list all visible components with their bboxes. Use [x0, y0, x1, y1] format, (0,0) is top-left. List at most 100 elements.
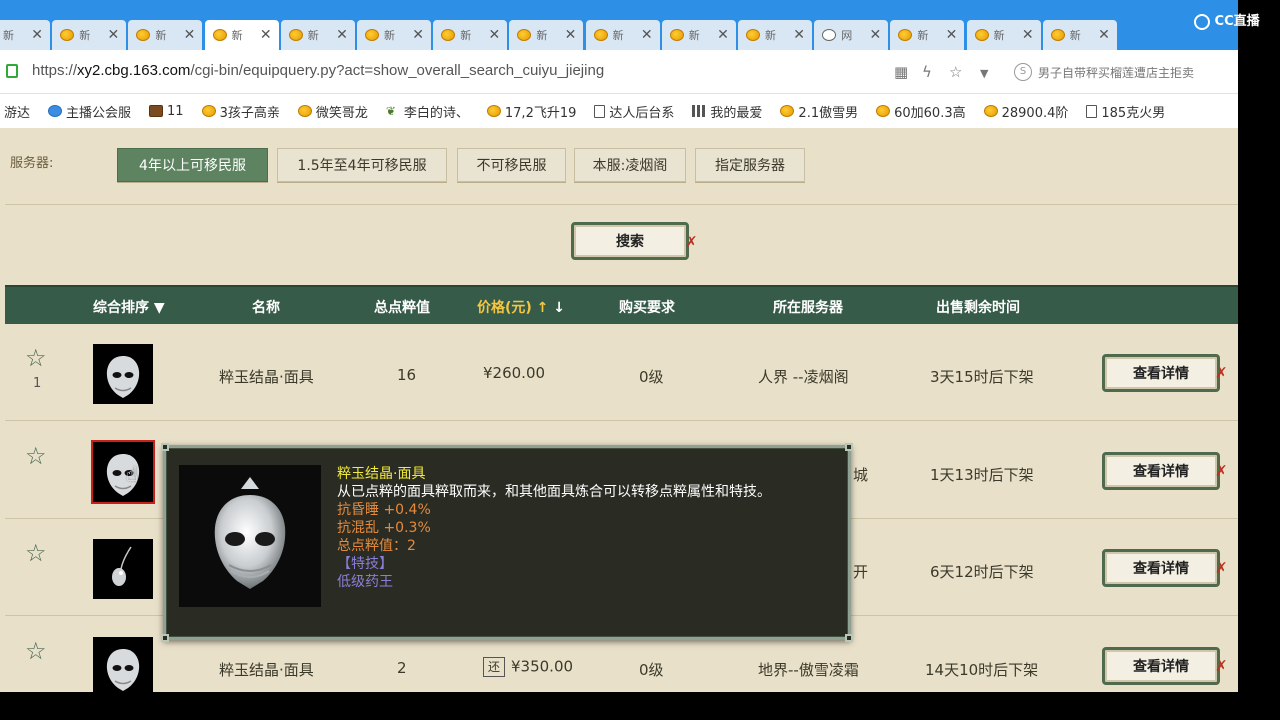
server-filter-button[interactable]: 指定服务器: [695, 148, 805, 182]
tab-title: 新: [765, 29, 776, 42]
bookmark-item[interactable]: 17,2飞升19: [486, 102, 576, 121]
close-icon[interactable]: ✕: [107, 27, 119, 43]
stream-sidebar: CC直播: [1194, 0, 1280, 720]
star-icon[interactable]: ☆: [949, 63, 962, 81]
game-bookmark-icon: [780, 105, 795, 117]
browser-tab[interactable]: 新 ✕: [433, 20, 508, 50]
tooltip-skill: 低级药王: [337, 574, 393, 590]
close-icon[interactable]: ✕: [641, 27, 653, 43]
view-detail-button[interactable]: 查看详情: [1102, 354, 1220, 392]
bookmark-item[interactable]: 185克火男: [1086, 102, 1165, 121]
view-detail-button[interactable]: 查看详情: [1102, 549, 1220, 587]
view-detail-label: 查看详情: [1133, 561, 1189, 577]
table-header: 综合排序 ▼ 名称 总点粹值 价格(元) ↑ ↓ 购买要求 所在服务器 出售剩余…: [5, 285, 1238, 324]
bookmark-item[interactable]: 游达: [4, 102, 30, 121]
time-remaining: 6天12时后下架: [930, 563, 1034, 581]
game-icon: [212, 29, 227, 41]
tooltip-prop: 抗混乱 +0.3%: [337, 520, 431, 536]
sort-header[interactable]: 综合排序 ▼: [93, 297, 165, 317]
browser-tab[interactable]: 新 ✕: [357, 20, 431, 50]
browser-tab[interactable]: 新 ✕: [585, 20, 660, 50]
url-domain: xy2.cbg.163.com: [77, 62, 191, 79]
item-thumbnail[interactable]: [93, 344, 153, 404]
browser-tab[interactable]: 网 ✕: [814, 20, 889, 50]
hand-cursor-icon: ☝: [126, 462, 139, 486]
game-icon: [669, 29, 684, 41]
bookmark-item[interactable]: 2.1傲雪男: [780, 102, 858, 121]
close-icon[interactable]: ✕: [1098, 27, 1110, 43]
value-header[interactable]: 总点粹值: [374, 297, 430, 317]
close-icon[interactable]: ✕: [1022, 27, 1034, 43]
close-icon[interactable]: ✕: [717, 27, 729, 43]
view-detail-label: 查看详情: [1133, 658, 1189, 675]
close-icon[interactable]: ✕: [869, 27, 881, 43]
item-value: 2: [397, 658, 407, 677]
search-suggestion[interactable]: S 男子自带秤买榴莲遭店主拒卖: [1014, 60, 1238, 84]
browser-tab[interactable]: 新 ✕: [280, 20, 355, 50]
item-price: ¥260.00: [483, 364, 546, 382]
close-icon[interactable]: ✕: [793, 27, 805, 43]
browser-tab[interactable]: 新 ✕: [890, 20, 965, 50]
item-thumbnail[interactable]: [91, 439, 155, 504]
close-icon[interactable]: ✕: [31, 27, 43, 43]
page-bookmark-icon: [594, 104, 606, 118]
server-filter-button[interactable]: 1.5年至4年可移民服: [277, 148, 447, 182]
server-filter-button[interactable]: 4年以上可移民服: [117, 148, 268, 182]
qr-code-icon[interactable]: ▦: [894, 63, 908, 81]
bookmark-item[interactable]: 11: [149, 104, 184, 119]
browser-tab[interactable]: 新 ✕: [128, 20, 203, 50]
close-icon[interactable]: ✕: [412, 27, 424, 43]
bookmark-item[interactable]: 微笑哥龙: [297, 102, 368, 121]
browser-tab[interactable]: 新 ✕: [661, 20, 736, 50]
server-filter-button[interactable]: 本服:凌烟阁: [574, 148, 686, 182]
item-thumbnail[interactable]: [93, 539, 153, 599]
bookmark-label: 游达: [4, 105, 31, 121]
bookmark-item[interactable]: ❦ 李白的诗、: [386, 102, 469, 121]
browser-tab[interactable]: 新 ✕: [738, 20, 812, 50]
view-detail-button[interactable]: 查看详情: [1102, 451, 1220, 490]
favorite-star-icon[interactable]: ☆: [25, 344, 47, 372]
url-text[interactable]: https://xy2.cbg.163.com/cgi-bin/equipque…: [32, 62, 604, 79]
bookmark-item[interactable]: 3孩子高亲: [201, 102, 280, 121]
view-detail-button[interactable]: 查看详情: [1102, 646, 1220, 685]
bookmark-item[interactable]: 主播公会服: [48, 102, 131, 121]
close-icon[interactable]: ✕: [260, 27, 272, 43]
browser-tab[interactable]: 新 ✕: [204, 20, 279, 50]
bookmark-item[interactable]: 60加60.3高: [876, 102, 966, 121]
favorite-star-icon[interactable]: ☆: [25, 442, 47, 470]
item-thumbnail[interactable]: [93, 636, 153, 692]
favorite-star-icon[interactable]: ☆: [25, 539, 47, 567]
grid-bookmark-icon: [692, 105, 707, 117]
buy-requirement: 0级: [639, 660, 664, 679]
cc-logo-icon: [1194, 13, 1210, 30]
browser-tab[interactable]: 新 ✕: [0, 20, 50, 50]
close-icon[interactable]: ✕: [184, 27, 196, 43]
favorite-star-icon[interactable]: ☆: [25, 637, 47, 665]
price-header[interactable]: 价格(元) ↑ ↓: [477, 297, 565, 317]
knot-icon: ✗: [1215, 559, 1228, 577]
bookmark-item[interactable]: 28900.4阶: [983, 102, 1068, 121]
watermark: CC直播: [1194, 10, 1280, 30]
close-icon[interactable]: ✕: [946, 27, 958, 43]
close-icon[interactable]: ✕: [565, 27, 577, 43]
server-filter-button[interactable]: 不可移民服: [457, 148, 566, 182]
name-header: 名称: [252, 300, 280, 316]
lightning-icon[interactable]: ϟ: [922, 63, 932, 81]
browser-tab[interactable]: 新 ✕: [509, 20, 584, 50]
close-icon[interactable]: ✕: [336, 27, 348, 43]
bookmark-item[interactable]: 我的最爱: [692, 102, 762, 121]
tab-title: 网: [841, 29, 853, 42]
close-icon[interactable]: ✕: [488, 27, 500, 43]
chevron-down-icon[interactable]: ▼: [980, 67, 988, 80]
browser-tab[interactable]: 新 ✕: [966, 20, 1041, 50]
browser-tab[interactable]: 新 ✕: [1042, 20, 1117, 50]
arrow-down-icon: ↓: [553, 300, 566, 316]
browser-tab[interactable]: 新 ✕: [52, 20, 127, 50]
bookmark-item[interactable]: 达人后台系: [594, 102, 674, 121]
item-name[interactable]: 粹玉结晶·面具: [219, 659, 314, 680]
item-name[interactable]: 粹玉结晶·面具: [219, 366, 314, 387]
tooltip-text: 粹玉结晶·面具 从已点粹的面具粹取而来，和其他面具炼合可以转移点粹属性和特技。 …: [337, 465, 827, 591]
search-button[interactable]: 搜索: [571, 222, 689, 260]
tab-title: 新: [384, 29, 395, 42]
address-bar[interactable]: https://xy2.cbg.163.com/cgi-bin/equipque…: [0, 50, 1238, 94]
